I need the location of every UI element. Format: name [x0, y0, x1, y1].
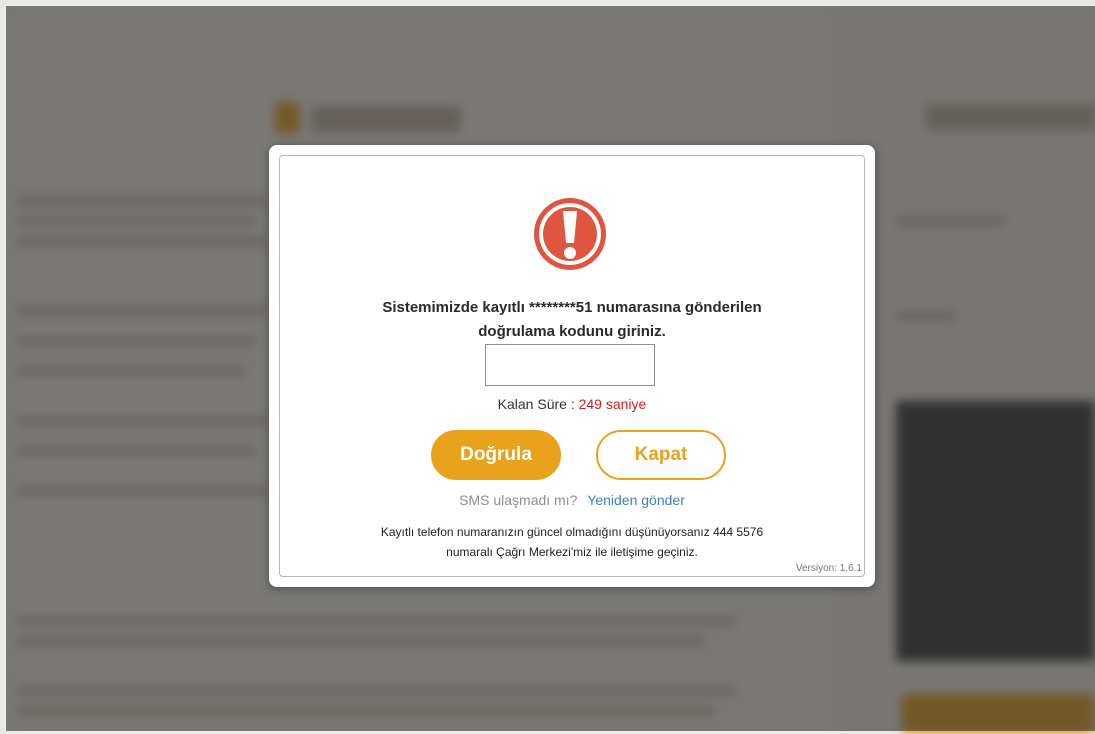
remaining-time: Kalan Süre : 249 saniye: [280, 396, 864, 412]
message-line-1: Sistemimizde kayıtlı ********51 numarası…: [382, 299, 762, 316]
exclamation-circle-icon: [534, 198, 606, 270]
call-center-info: Kayıtlı telefon numaranızın güncel olmad…: [320, 522, 824, 562]
info-line-2: numaralı Çağrı Merkezi'miz ile iletişime…: [446, 545, 698, 559]
timer-label: Kalan Süre :: [497, 396, 575, 412]
verification-message: Sistemimizde kayıtlı ********51 numarası…: [300, 296, 844, 344]
sms-question: SMS ulaşmadı mı?: [459, 492, 578, 508]
timer-value: 249 saniye: [578, 396, 647, 412]
dialog-content: Sistemimizde kayıtlı ********51 numarası…: [279, 155, 865, 577]
message-line-2: doğrulama kodunu giriniz.: [478, 323, 666, 340]
resend-row: SMS ulaşmadı mı? Yeniden gönder: [280, 492, 864, 508]
info-line-1: Kayıtlı telefon numaranızın güncel olmad…: [380, 525, 764, 539]
close-button[interactable]: Kapat: [596, 430, 726, 480]
verification-code-input[interactable]: [485, 344, 655, 386]
version-label: Versiyon: 1.6.1: [795, 563, 862, 574]
sms-verification-dialog: Sistemimizde kayıtlı ********51 numarası…: [269, 145, 875, 587]
resend-link[interactable]: Yeniden gönder: [587, 492, 685, 508]
verify-button[interactable]: Doğrula: [431, 430, 561, 480]
